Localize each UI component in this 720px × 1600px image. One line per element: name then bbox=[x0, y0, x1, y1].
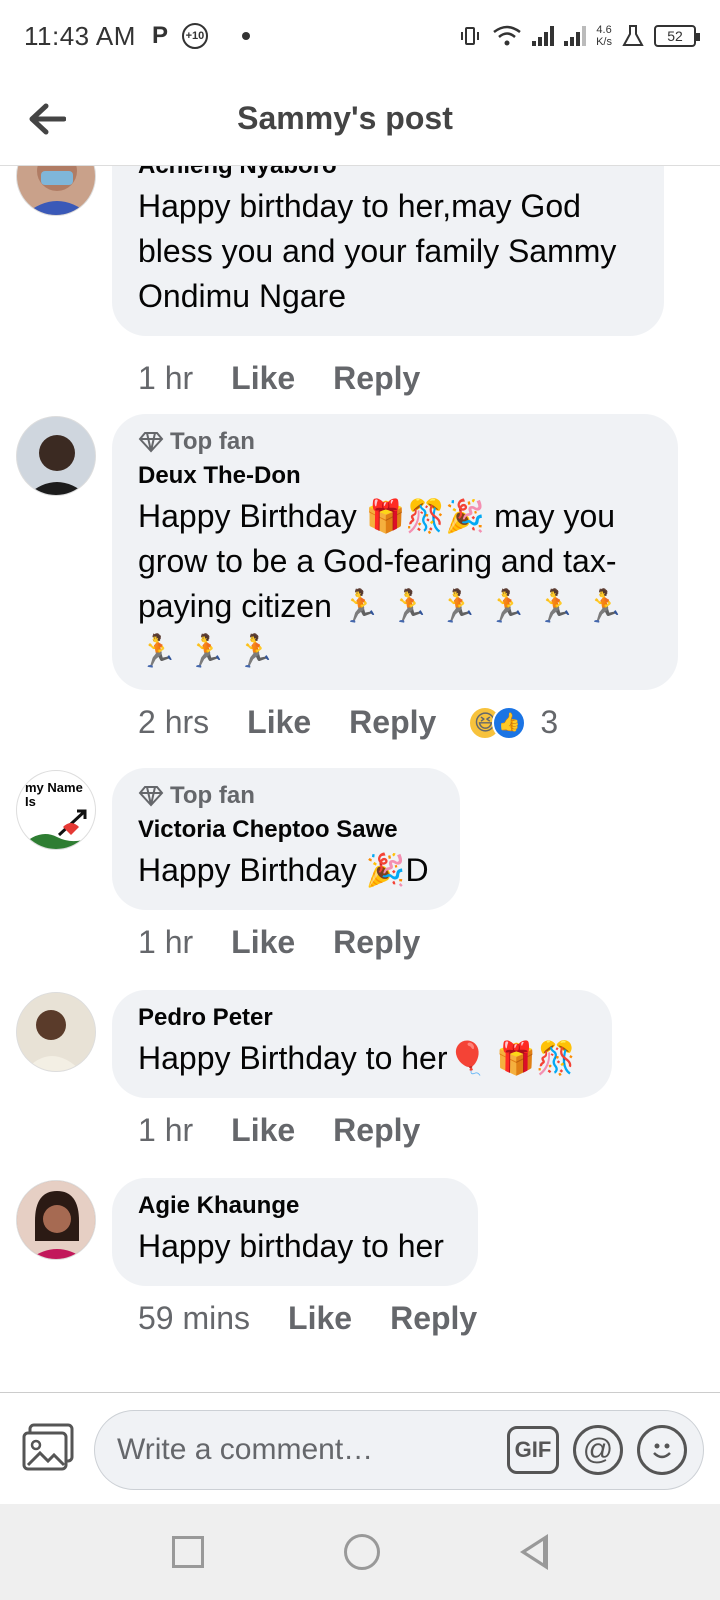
gif-button[interactable]: GIF bbox=[507, 1426, 559, 1474]
comment-bubble[interactable]: Top fan Victoria Cheptoo Sawe Happy Birt… bbox=[112, 768, 460, 910]
comment-author[interactable]: Pedro Peter bbox=[138, 1004, 586, 1032]
comment-actions: 1 hr Like Reply bbox=[138, 360, 458, 397]
comment-actions: 2 hrs Like Reply 😆 👍 3 bbox=[138, 704, 558, 741]
flask-icon bbox=[622, 25, 644, 46]
comment-author[interactable]: Victoria Cheptoo Sawe bbox=[138, 816, 434, 844]
like-button[interactable]: Like bbox=[231, 924, 295, 961]
header: Sammy's post bbox=[0, 72, 720, 166]
comment-time[interactable]: 1 hr bbox=[138, 924, 193, 961]
emoji-button[interactable] bbox=[637, 1425, 687, 1475]
comment-text: Happy birthday to her,may God bless you … bbox=[138, 188, 617, 314]
photo-button[interactable] bbox=[20, 1421, 76, 1473]
like-reaction-icon: 👍 bbox=[492, 705, 527, 740]
status-time: 11:43 AM bbox=[24, 20, 136, 51]
comment-time[interactable]: 59 mins bbox=[138, 1300, 250, 1337]
dot-icon bbox=[241, 32, 250, 40]
parking-icon: P bbox=[151, 22, 168, 49]
reply-button[interactable]: Reply bbox=[333, 360, 420, 397]
like-button[interactable]: Like bbox=[288, 1300, 352, 1337]
comment-time[interactable]: 1 hr bbox=[138, 1112, 193, 1149]
avatar[interactable] bbox=[16, 166, 96, 216]
like-button[interactable]: Like bbox=[247, 704, 311, 741]
home-button[interactable] bbox=[344, 1534, 380, 1570]
comment-author[interactable]: Deux The-Don bbox=[138, 462, 652, 490]
diamond-icon bbox=[138, 432, 164, 453]
smiley-icon bbox=[653, 1443, 671, 1459]
comment-input-field[interactable]: GIF @ bbox=[94, 1410, 704, 1490]
top-fan-badge: Top fan bbox=[138, 782, 434, 810]
avatar[interactable]: my Name Is bbox=[16, 770, 96, 850]
reply-button[interactable]: Reply bbox=[390, 1300, 477, 1337]
comment-bubble[interactable]: Agie Khaunge Happy birthday to her bbox=[112, 1178, 478, 1286]
comment-actions: 1 hr Like Reply bbox=[138, 924, 458, 961]
comment-bubble[interactable]: Top fan Deux The-Don Happy Birthday 🎁🎊🎉 … bbox=[112, 414, 678, 690]
comment-text: Happy Birthday to her🎈 🎁🎊 bbox=[138, 1040, 576, 1076]
notification-count-icon: +10 bbox=[181, 23, 208, 49]
reaction-count: 3 bbox=[540, 704, 559, 740]
battery-icon: 52 bbox=[654, 25, 700, 47]
comment-bubble[interactable]: Pedro Peter Happy Birthday to her🎈 🎁🎊 bbox=[112, 990, 612, 1098]
avatar[interactable] bbox=[16, 992, 96, 1072]
signal-icon bbox=[532, 26, 555, 46]
avatar[interactable] bbox=[16, 416, 96, 496]
reply-button[interactable]: Reply bbox=[333, 1112, 420, 1149]
reply-button[interactable]: Reply bbox=[349, 704, 436, 741]
comment-bubble[interactable]: Achieng Nyaboro Happy birthday to her,ma… bbox=[112, 166, 664, 336]
vibrate-icon bbox=[461, 27, 480, 45]
like-button[interactable]: Like bbox=[231, 360, 295, 397]
comment-author[interactable]: Agie Khaunge bbox=[138, 1192, 452, 1220]
top-fan-badge: Top fan bbox=[138, 428, 652, 456]
status-bar: 11:43 AM P +10 4.6 K/s 52 bbox=[0, 0, 720, 72]
signal-icon-2 bbox=[564, 26, 587, 46]
comment-time[interactable]: 2 hrs bbox=[138, 704, 209, 741]
system-back-button[interactable] bbox=[520, 1534, 548, 1570]
comment-composer: GIF @ bbox=[0, 1392, 720, 1504]
arrow-left-icon bbox=[29, 103, 66, 135]
comment-text: Happy Birthday 🎉D bbox=[138, 852, 429, 888]
recent-apps-button[interactable] bbox=[172, 1536, 204, 1568]
comment-text: Happy Birthday 🎁🎊🎉 may you grow to be a … bbox=[138, 498, 625, 669]
comment-author[interactable]: Achieng Nyaboro bbox=[138, 166, 638, 180]
comment-time[interactable]: 1 hr bbox=[138, 360, 193, 397]
reply-button[interactable]: Reply bbox=[333, 924, 420, 961]
diamond-icon bbox=[138, 786, 164, 807]
mention-button[interactable]: @ bbox=[573, 1425, 623, 1475]
comment-actions: 59 mins Like Reply bbox=[138, 1300, 515, 1337]
image-icon bbox=[22, 1423, 74, 1471]
system-nav-bar bbox=[0, 1504, 720, 1600]
comment-text: Happy birthday to her bbox=[138, 1228, 444, 1264]
comment-actions: 1 hr Like Reply bbox=[138, 1112, 458, 1149]
like-button[interactable]: Like bbox=[231, 1112, 295, 1149]
reaction-summary[interactable]: 😆 👍 3 bbox=[468, 704, 558, 741]
back-button[interactable] bbox=[26, 98, 68, 140]
page-title: Sammy's post bbox=[237, 100, 453, 136]
avatar[interactable] bbox=[16, 1180, 96, 1260]
wifi-icon bbox=[493, 25, 521, 46]
network-speed: 4.6 K/s bbox=[596, 24, 612, 48]
comment-input[interactable] bbox=[117, 1433, 477, 1467]
comments-list[interactable]: Achieng Nyaboro Happy birthday to her,ma… bbox=[0, 166, 720, 1392]
